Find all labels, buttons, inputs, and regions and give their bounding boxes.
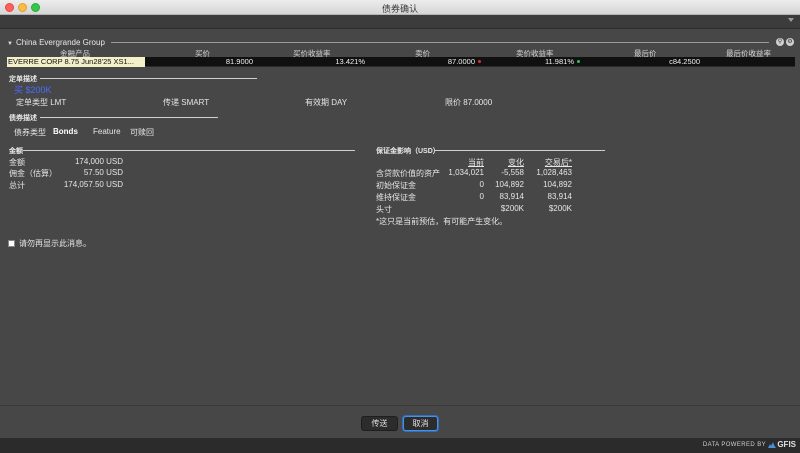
margin-value-change: 104,892 [495,180,524,189]
order-route-label: 传递 [163,98,179,107]
ask-yield-value: 11.981% [544,57,574,66]
margin-value-current: 0 [479,180,484,189]
order-type-value: LMT [50,98,67,107]
cancel-button[interactable]: 取消 [403,416,438,431]
tab-feature[interactable]: Feature [93,127,121,136]
order-action: 买 $200K [14,85,52,95]
order-tif: 有效期 DAY [305,97,347,108]
bid-cell[interactable]: 81.9000 [197,57,253,67]
order-limit-value: 87.0000 [463,98,493,107]
product-cell[interactable]: EVERRE CORP 8.75 Jun28'25 XS1... [7,57,145,67]
margin-row-label: 头寸 [376,205,392,214]
commission-value: 57.50 USD [83,168,123,177]
gfis-logo-icon [768,442,776,448]
order-type-label: 定单类型 [16,98,48,107]
bond-type-label: 债券类型 [14,128,46,137]
margin-section-label: 保证金影响（USD） [376,148,440,155]
toolbar [0,15,800,29]
order-limit-label: 限价 [445,98,461,107]
margin-value-change: 83,914 [499,192,524,201]
margin-row-label: 维持保证金 [376,193,416,202]
margin-value-post-trade: 1,028,463 [536,168,572,177]
ask-tick-down-icon [478,60,481,63]
margin-value-change: $200K [500,204,524,213]
order-tif-value: DAY [331,98,348,107]
search-icon[interactable]: ⚲ [776,38,784,46]
tab-callable[interactable]: 可赎回 [130,127,154,138]
powered-by-text: DATA POWERED BY [702,442,766,448]
group-header: ▼ China Evergrande Group ⚲ ⚙ [7,38,795,48]
brand-logo: GFIS [777,440,796,449]
tab-bonds[interactable]: Bonds [53,127,78,136]
bond-section-label: 债券描述 [9,115,37,122]
dont-show-again[interactable]: 请勿再显示此消息。 [8,238,91,248]
amount-value: 174,000 USD [74,157,123,166]
bond-section-divider [40,117,218,118]
margin-row-label: 含贷款价值的资产 [376,169,440,178]
dont-show-label[interactable]: 请勿再显示此消息。 [19,239,91,248]
margin-value-post-trade: $200K [548,204,572,213]
amount-section-label: 金额 [9,148,23,155]
transmit-button[interactable]: 传送 [361,416,398,431]
total-label: 总计 [9,181,25,190]
order-tif-label: 有效期 [305,98,329,107]
margin-value-change: -5,558 [501,168,524,177]
order-route-value: SMART [181,98,210,107]
amount-label: 金额 [9,158,25,167]
amount-section-divider [23,150,355,151]
window-title: 债券确认 [381,4,418,14]
margin-value-current: 0 [479,192,484,201]
ask-yield-tick-up-icon [577,60,580,63]
group-divider [111,42,769,43]
ask-value: 87.0000 [447,57,475,66]
order-section-divider [40,78,257,79]
margin-row-label: 初始保证金 [376,181,416,190]
last-cell[interactable]: c84.2500 [647,57,700,67]
margin-section-divider [435,150,605,151]
total-value: 174,057.50 USD [63,180,123,189]
window-titlebar: 债券确认 [0,0,800,15]
gear-icon[interactable]: ⚙ [786,38,794,46]
triangle-down-icon[interactable]: ▼ [7,41,13,47]
margin-header-post-trade: 交易后* [544,158,572,167]
toolbar-dropdown-icon[interactable] [788,18,794,22]
margin-header-current: 当前 [468,158,484,167]
footer-divider [0,405,800,406]
status-bar: DATA POWERED BY GFIS [0,438,800,453]
bid-yield-cell[interactable]: 13.421% [307,57,365,67]
margin-value-post-trade: 83,914 [547,192,572,201]
group-title[interactable]: ▼ China Evergrande Group [7,38,105,47]
ask-cell[interactable]: 87.0000 [417,57,481,67]
order-limit: 限价 87.0000 [445,97,492,108]
dont-show-checkbox[interactable] [8,240,15,247]
ask-yield-cell[interactable]: 11.981% [527,57,580,67]
order-route: 传递 SMART [163,97,209,108]
margin-header-change: 变化 [508,158,524,167]
table-row[interactable]: EVERRE CORP 8.75 Jun28'25 XS1... 81.9000… [7,57,795,67]
margin-note: *这只是当前预估，有可能产生变化。 [376,217,508,226]
order-type: 定单类型 LMT [16,97,66,108]
group-title-text: China Evergrande Group [15,38,105,47]
margin-value-post-trade: 104,892 [543,180,572,189]
table-header: 金融产品 买价 买价收益率 卖价 卖价收益率 最后价 最后价收益率 [7,48,795,58]
margin-value-current: 1,034,021 [448,168,484,177]
